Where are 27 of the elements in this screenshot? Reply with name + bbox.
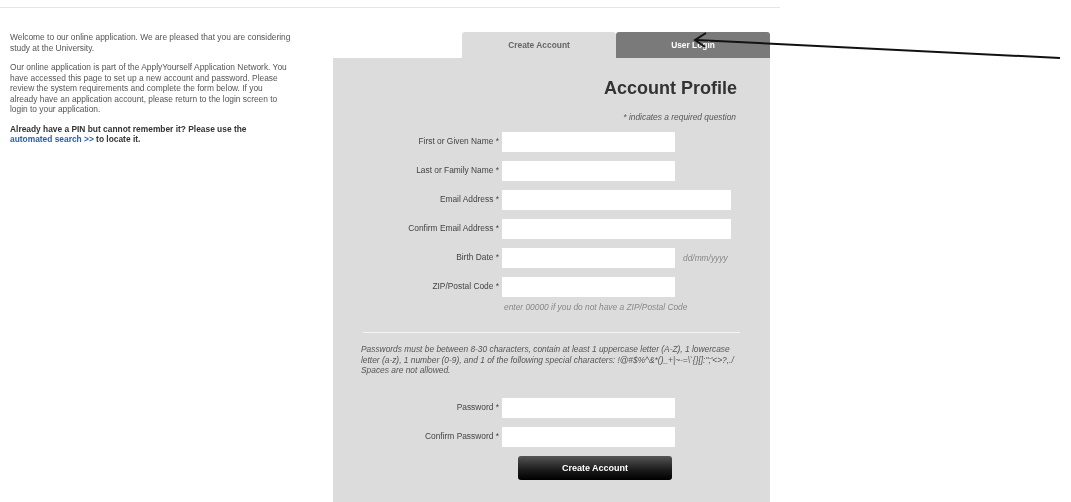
- required-note: * indicates a required question: [622, 111, 737, 122]
- format-hint: dd/mm/yyyy: [683, 253, 728, 263]
- form-title: Account Profile: [603, 77, 738, 99]
- field-label: Email Address *: [438, 193, 499, 204]
- field-hint: enter 00000 if you do not have a ZIP/Postal Code: [503, 302, 689, 312]
- input-field[interactable]: [502, 397, 675, 418]
- intro-paragraph: Our online application is part of the ApplyYourself Application Network. You have accessed this page to set up a new account and password. Please review the system requirements and complete the form below. If you already have an application account, please return to the login screen to login to your application.: [10, 62, 288, 115]
- field-label: Last or Family Name *: [415, 164, 499, 175]
- input-field[interactable]: [502, 132, 675, 152]
- input-field[interactable]: [502, 190, 731, 210]
- input-field[interactable]: [502, 161, 675, 181]
- intro-paragraph: Welcome to our online application. We are pleased that you are considering study at the University.: [10, 32, 292, 53]
- field-label: Confirm Password *: [424, 429, 499, 441]
- field-label: Password *: [455, 400, 499, 412]
- input-field[interactable]: [502, 277, 675, 297]
- field-label: Confirm Email Address *: [407, 222, 499, 233]
- tab[interactable]: Create Account: [462, 32, 616, 58]
- pin-help-text: Already have a PIN but cannot remember it? Please use the automated search >> to locate it.: [10, 123, 248, 145]
- input-field[interactable]: [502, 219, 731, 239]
- create-account-button[interactable]: Create Account: [518, 455, 672, 480]
- input-field[interactable]: [502, 426, 675, 447]
- automated-search-link[interactable]: automated search >>: [10, 134, 94, 144]
- field-label: First or Given Name *: [417, 135, 499, 146]
- input-field[interactable]: [502, 248, 675, 268]
- field-label: Birth Date *: [455, 251, 499, 262]
- password-rules-text: Passwords must be between 8-30 characters, contain at least 1 uppercase letter (A-Z), 1 lowercase letter (a-z), 1 number (0-9), and 1 of the following special characters: !@#$%^&*()_+|~-=\`{}[]:";'<>?,./ Spaces are not allowed.: [361, 344, 736, 376]
- field-label: ZIP/Postal Code *: [431, 280, 499, 291]
